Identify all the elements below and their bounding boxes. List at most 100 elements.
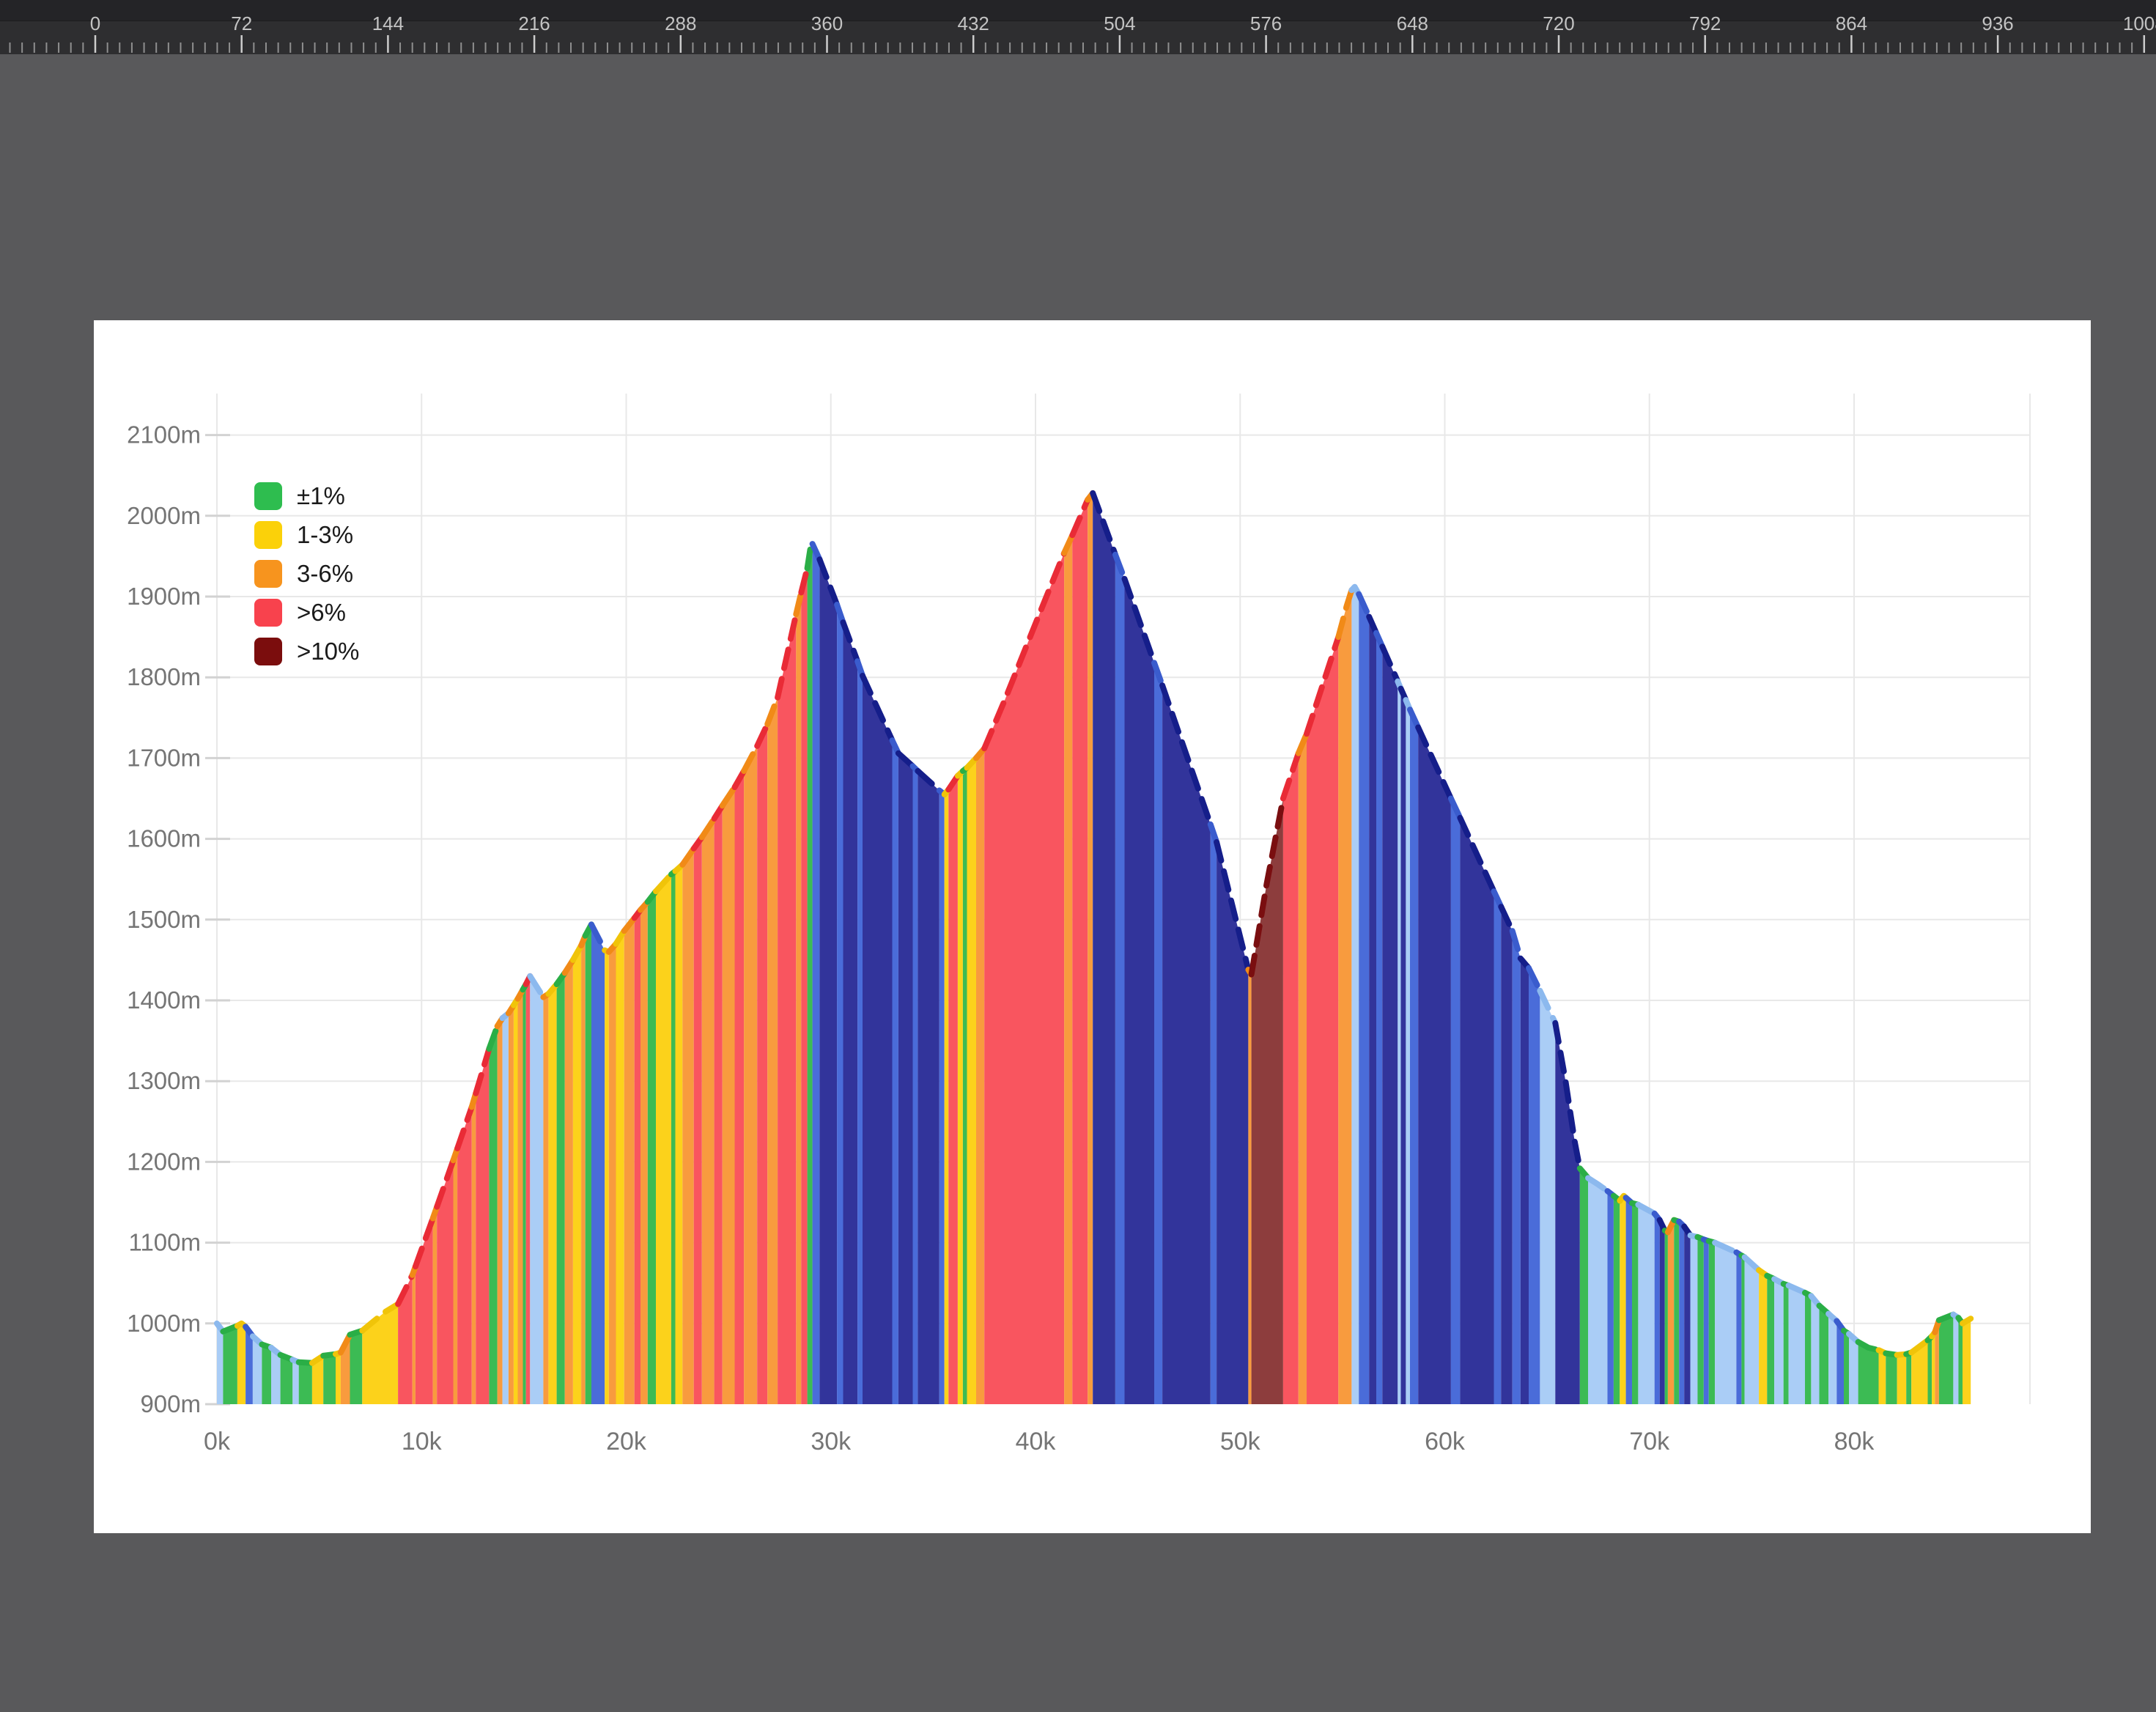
gradient-segment-g xyxy=(1939,1315,1954,1404)
gradient-segment-n xyxy=(1125,579,1155,1404)
gradient-segment-o xyxy=(433,1207,438,1404)
gradient-segment-g xyxy=(586,924,591,1404)
gradient-segment-n xyxy=(1162,685,1211,1404)
legend-label: ±1% xyxy=(297,482,345,509)
gradient-segment-lb xyxy=(1811,1296,1819,1404)
gradient-segment-n xyxy=(1217,842,1248,1404)
gradient-segment-b xyxy=(939,791,945,1405)
gradient-segment-lb xyxy=(1540,991,1555,1404)
gradient-segment-o xyxy=(976,748,984,1404)
gradient-segment-g xyxy=(1767,1276,1774,1404)
gradient-segment-y xyxy=(514,999,518,1404)
legend-item-5[interactable]: >10% xyxy=(254,638,359,665)
ruler-label: 72 xyxy=(231,12,252,34)
gradient-segment-y xyxy=(656,874,671,1404)
y-axis-label: 1100m xyxy=(129,1229,201,1256)
elevation-area-segments xyxy=(217,493,1971,1404)
legend-label: >10% xyxy=(297,638,359,665)
gradient-segment-o xyxy=(640,902,648,1404)
gradient-segment-b xyxy=(1211,824,1217,1404)
gradient-segment-y xyxy=(1963,1318,1971,1404)
gradient-segment-r xyxy=(1072,500,1088,1404)
gradient-segment-b xyxy=(591,924,605,1404)
gradient-segment-g xyxy=(1805,1293,1811,1404)
gradient-segment-y xyxy=(958,771,963,1404)
gradient-segment-n xyxy=(1418,728,1451,1405)
gradient-segment-g xyxy=(808,542,813,1404)
gradient-segment-o xyxy=(744,746,757,1404)
y-axis-label: 1800m xyxy=(127,663,201,690)
gradient-segment-o xyxy=(1338,590,1351,1404)
gradient-segment-o xyxy=(472,1093,476,1404)
gradient-segment-n xyxy=(1501,907,1512,1404)
gradient-segment-g xyxy=(1958,1318,1963,1404)
y-axis-label: 1600m xyxy=(127,825,201,852)
legend-item-3[interactable]: 3-6% xyxy=(254,560,353,588)
gradient-segment-b xyxy=(1626,1198,1632,1404)
legend-item-4[interactable]: >6% xyxy=(254,599,346,627)
ruler-label: 432 xyxy=(958,12,989,34)
gradient-segment-o xyxy=(454,1148,458,1404)
x-axis-label: 70k xyxy=(1629,1428,1670,1455)
gradient-segment-g xyxy=(350,1331,363,1404)
gradient-segment-n xyxy=(1660,1220,1665,1404)
gradient-segment-r xyxy=(694,837,702,1404)
gradient-segment-o xyxy=(518,989,523,1404)
gradient-segment-g xyxy=(1697,1237,1703,1404)
gradient-segment-b xyxy=(1529,968,1540,1404)
legend: ±1% 1-3% 3-6% >6% >10% xyxy=(254,482,359,665)
gradient-segment-r xyxy=(416,1219,433,1405)
ruler-label: 936 xyxy=(1982,12,2013,34)
ruler-label: 360 xyxy=(811,12,843,34)
design-canvas: 0721442162883604325045766487207928649361… xyxy=(0,0,2156,1712)
gradient-segment-b xyxy=(1451,799,1461,1405)
gradient-segment-g xyxy=(489,1026,497,1404)
gradient-segment-g xyxy=(223,1326,237,1404)
gradient-segment-y xyxy=(1620,1196,1625,1404)
gradient-segment-y xyxy=(605,951,609,1404)
gradient-segment-o xyxy=(543,994,548,1404)
y-axis-label: 1700m xyxy=(127,744,201,771)
horizontal-ruler[interactable]: 0721442162883604325045766487207928649361… xyxy=(0,0,2156,54)
gradient-segment-r xyxy=(526,976,531,1404)
gradient-segment-o xyxy=(609,944,616,1404)
gradient-segment-lb xyxy=(503,1014,509,1404)
gradient-segment-y xyxy=(1932,1332,1935,1404)
elevation-profile-chart[interactable]: 900m1000m1100m1200m1300m1400m1500m1600m1… xyxy=(94,320,2091,1533)
legend-label: 3-6% xyxy=(297,560,353,587)
legend-item-2[interactable]: 1-3% xyxy=(254,521,353,549)
gradient-segment-b xyxy=(813,544,820,1404)
y-axis-label: 1200m xyxy=(127,1148,201,1175)
gradient-segment-o xyxy=(581,936,586,1404)
gradient-segment-lb xyxy=(530,976,543,1404)
gradient-segment-y xyxy=(1897,1354,1907,1404)
legend-label: >6% xyxy=(297,599,346,626)
x-axis-label: 10k xyxy=(402,1428,443,1455)
gradient-segment-lb xyxy=(1406,700,1410,1404)
gradient-segment-n xyxy=(863,676,893,1404)
gradient-segment-lb xyxy=(1351,587,1359,1404)
gradient-segment-n xyxy=(1369,617,1376,1405)
gradient-segment-b xyxy=(857,661,863,1404)
gradient-segment-o xyxy=(1088,493,1093,1404)
gradient-segment-y xyxy=(573,945,581,1404)
ruler-label: 0 xyxy=(90,12,100,34)
gradient-segment-b xyxy=(1679,1222,1684,1404)
gradient-segment-g xyxy=(1632,1203,1638,1404)
legend-item-1[interactable]: ±1% xyxy=(254,482,345,510)
ruler-label: 720 xyxy=(1543,12,1574,34)
ruler-label: 864 xyxy=(1836,12,1867,34)
ruler-label: 216 xyxy=(518,12,550,34)
y-axis-label: 2000m xyxy=(127,502,201,529)
gradient-segment-lb xyxy=(1691,1236,1698,1404)
gradient-segment-g xyxy=(299,1362,312,1404)
gradient-segment-lb xyxy=(1774,1279,1784,1404)
gradient-segment-g xyxy=(1928,1336,1932,1404)
gradient-segment-g xyxy=(1614,1196,1620,1404)
ruler-label: 288 xyxy=(665,12,696,34)
gradient-segment-r xyxy=(757,724,767,1404)
gradient-segment-lb xyxy=(292,1359,298,1404)
gradient-segment-g xyxy=(1709,1241,1715,1404)
gradient-segment-y xyxy=(336,1353,341,1405)
gradient-segment-g xyxy=(648,891,656,1404)
